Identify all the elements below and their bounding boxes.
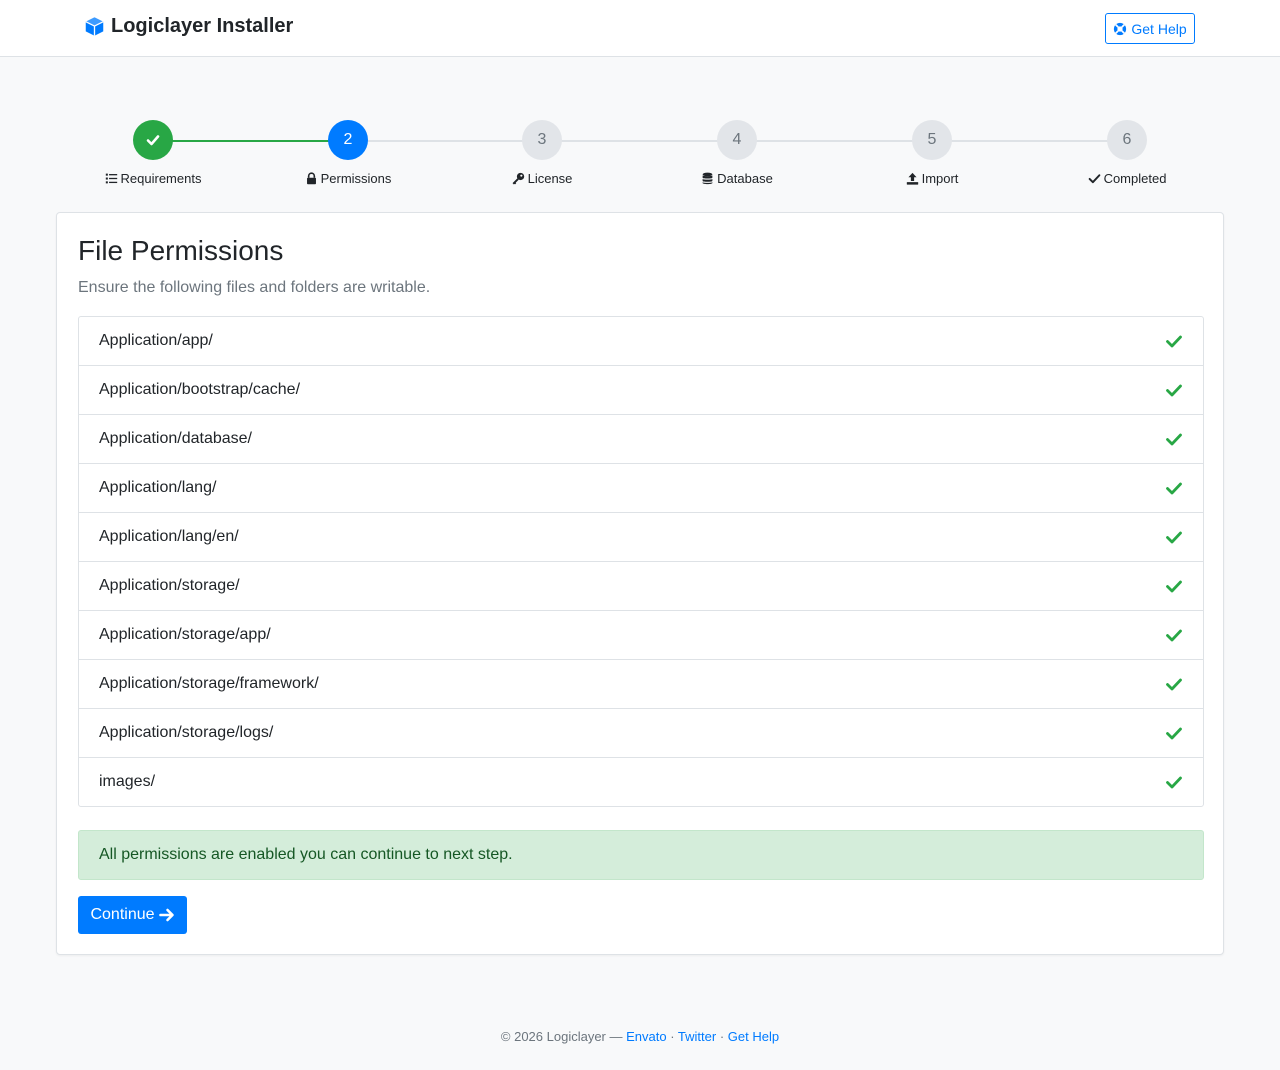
step-circle: 2: [328, 120, 368, 160]
page-subtitle: Ensure the following files and folders a…: [78, 279, 431, 296]
permission-path: images/: [99, 773, 156, 790]
step-label-text: Completed: [1103, 171, 1167, 186]
step-circle: 6: [1107, 120, 1147, 160]
permission-list: Application/app/ Application/bootstrap/c…: [78, 316, 1204, 807]
step-label: Completed: [1030, 171, 1224, 186]
check-icon: [1088, 174, 1100, 184]
get-help-label: Get Help: [1131, 20, 1187, 37]
step-circle: 3: [522, 120, 562, 160]
database-icon: [702, 172, 713, 185]
check-icon: [1166, 433, 1182, 446]
upload-icon: [906, 172, 918, 185]
installer-stepper: Requirements 2 Permissions 3 License 4 D…: [56, 120, 1224, 192]
check-icon: [146, 135, 160, 146]
permission-row: Application/storage/app/: [79, 611, 1203, 660]
step-number: 2: [343, 131, 353, 148]
permission-row: Application/database/: [79, 415, 1203, 464]
cube-icon: [85, 17, 104, 36]
step-label-text: Import: [921, 171, 959, 186]
check-icon: [1166, 776, 1182, 789]
step-number: 5: [927, 131, 937, 148]
step-license[interactable]: 3 License: [445, 120, 639, 186]
footer-copyright: © 2026 Logiclayer —: [500, 1029, 627, 1044]
step-label: Requirements: [56, 171, 250, 186]
permission-row: images/: [79, 758, 1203, 806]
top-navbar: Logiclayer Installer Get Help: [0, 0, 1280, 57]
key-icon: [512, 172, 524, 185]
success-alert: All permissions are enabled you can cont…: [78, 830, 1204, 880]
step-number: 3: [537, 131, 547, 148]
permission-path: Application/storage/framework/: [99, 675, 319, 692]
permission-path: Application/lang/: [99, 479, 217, 496]
step-circle: 4: [717, 120, 757, 160]
footer-link-get-help[interactable]: Get Help: [728, 1029, 779, 1044]
step-label: Database: [640, 171, 834, 186]
get-help-button[interactable]: Get Help: [1105, 13, 1195, 44]
permission-path: Application/storage/logs/: [99, 724, 274, 741]
footer: © 2026 Logiclayer — Envato · Twitter · G…: [0, 1029, 1280, 1044]
arrow-right-icon: [158, 908, 174, 922]
permission-path: Application/database/: [99, 430, 252, 447]
step-circle: [133, 120, 173, 160]
check-icon: [1166, 580, 1182, 593]
lock-icon: [306, 172, 316, 185]
continue-button[interactable]: Continue: [78, 896, 187, 934]
permission-path: Application/storage/app/: [99, 626, 271, 643]
check-icon: [1166, 482, 1182, 495]
permission-row: Application/storage/logs/: [79, 709, 1203, 758]
step-label-text: Permissions: [320, 171, 392, 186]
step-completed[interactable]: 6 Completed: [1030, 120, 1224, 186]
permission-row: Application/bootstrap/cache/: [79, 366, 1203, 415]
check-icon: [1166, 384, 1182, 397]
brand-name: Logiclayer Installer: [111, 15, 294, 37]
step-label: License: [445, 171, 639, 186]
continue-label: Continue: [90, 906, 155, 923]
alert-text: All permissions are enabled you can cont…: [99, 846, 513, 863]
footer-link-envato[interactable]: Envato: [626, 1029, 666, 1044]
permission-path: Application/storage/: [99, 577, 240, 594]
step-import[interactable]: 5 Import: [835, 120, 1029, 186]
check-icon: [1166, 335, 1182, 348]
step-label-text: License: [527, 171, 573, 186]
permission-row: Application/lang/en/: [79, 513, 1203, 562]
step-label: Import: [835, 171, 1029, 186]
brand[interactable]: Logiclayer Installer: [84, 15, 293, 38]
footer-link-twitter[interactable]: Twitter: [678, 1029, 716, 1044]
step-number: 4: [732, 131, 742, 148]
page-title: File Permissions: [78, 235, 284, 266]
check-icon: [1166, 678, 1182, 691]
permission-path: Application/bootstrap/cache/: [99, 381, 301, 398]
step-permissions[interactable]: 2 Permissions: [251, 120, 445, 186]
permission-path: Application/app/: [99, 332, 213, 349]
footer-separator: ·: [716, 1029, 728, 1044]
step-number: 6: [1122, 131, 1132, 148]
footer-separator: ·: [666, 1029, 678, 1044]
step-circle: 5: [912, 120, 952, 160]
permission-row: Application/app/: [79, 317, 1203, 366]
check-icon: [1166, 727, 1182, 740]
step-label-text: Database: [717, 171, 773, 186]
step-label: Permissions: [251, 171, 445, 186]
permission-row: Application/storage/: [79, 562, 1203, 611]
check-icon: [1166, 531, 1182, 544]
permission-row: Application/lang/: [79, 464, 1203, 513]
step-label-text: Requirements: [120, 171, 202, 186]
life-ring-icon: [1114, 22, 1127, 35]
permission-row: Application/storage/framework/: [79, 660, 1203, 709]
step-requirements[interactable]: Requirements: [56, 120, 250, 186]
step-database[interactable]: 4 Database: [640, 120, 834, 186]
permission-path: Application/lang/en/: [99, 528, 239, 545]
permissions-card: File Permissions Ensure the following fi…: [56, 212, 1224, 955]
list-icon: [105, 173, 117, 184]
check-icon: [1166, 629, 1182, 642]
